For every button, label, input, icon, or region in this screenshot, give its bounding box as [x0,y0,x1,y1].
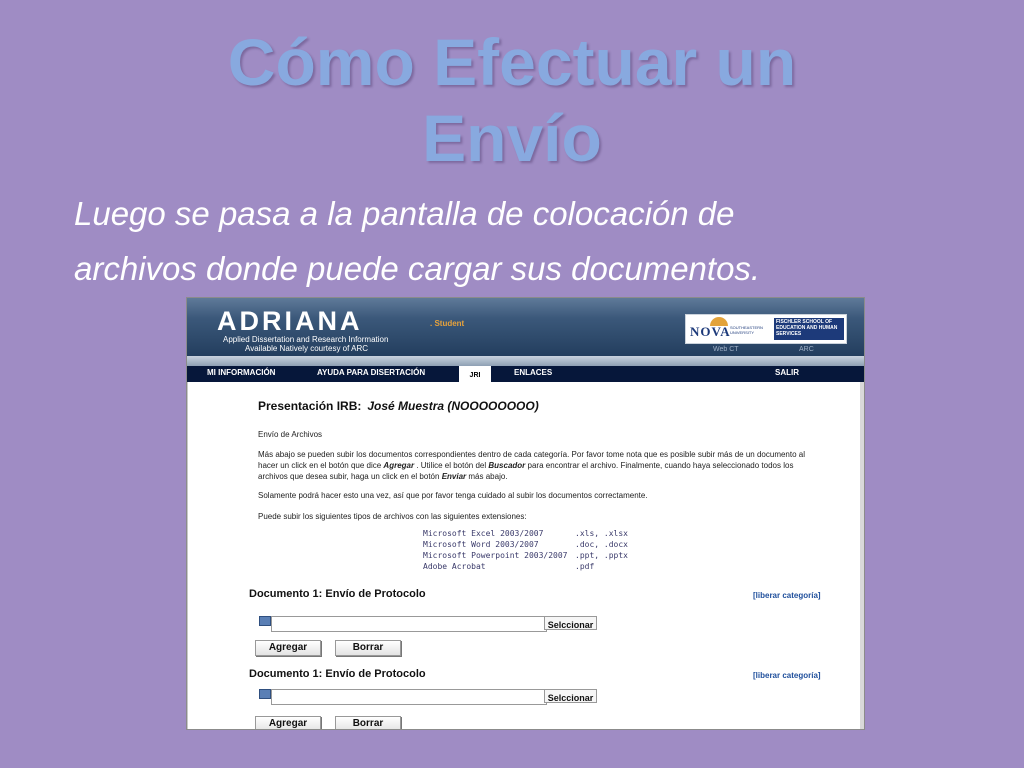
slide-subtitle-line2: archivos donde puede cargar sus document… [74,250,761,287]
slide-subtitle-line1: Luego se pasa a la pantalla de colocació… [74,195,735,232]
file-type-app: Adobe Acrobat [423,562,486,571]
document-1-add-button[interactable]: Agregar [255,640,321,656]
document-1-select-button[interactable]: Selccionar [544,616,597,630]
document-2-title: Documento 1: Envío de Protocolo [249,668,426,680]
p1-agregar: Agregar [383,461,415,470]
irb-heading: Presentación IRB: José Muestra (NOOOOOOOO… [258,399,539,413]
document-2-delete-button[interactable]: Borrar [335,716,401,729]
nav-ayuda-disertacion[interactable]: AYUDA PARA DISERTACIÓN [317,368,425,378]
instructions-paragraph: Más abajo se pueden subir los documentos… [258,449,818,482]
file-type-app: Microsoft Excel 2003/2007 [423,529,544,538]
document-2-select-button[interactable]: Selccionar [544,689,597,703]
document-1-file-input[interactable] [271,616,547,632]
document-1-delete-button[interactable]: Borrar [335,640,401,656]
main-nav: MI INFORMACIÓN AYUDA PARA DISERTACIÓN EN… [187,366,864,382]
document-2-file-input[interactable] [271,689,547,705]
banner-stripe [187,356,864,366]
nav-mi-informacion[interactable]: MI INFORMACIÓN [207,368,275,378]
warning-paragraph: Solamente podrá hacer esto una vez, así … [258,491,648,500]
site-banner: ADRIANA . Student Applied Dissertation a… [187,298,864,356]
slide-title-line1: Cómo Efectuar un [227,25,797,99]
file-type-app: Microsoft Word 2003/2007 [423,540,539,549]
nav-enlaces[interactable]: ENLACES [514,368,552,378]
document-2-liberar-link[interactable]: [liberar categoría] [753,671,821,680]
p1-buscador: Buscador [488,461,526,470]
document-1-title: Documento 1: Envío de Protocolo [249,588,426,600]
document-2-add-button[interactable]: Agregar [255,716,321,729]
p1-d: más abajo. [466,472,508,481]
nova-university-label: SOUTHEASTERN UNIVERSITY [730,325,763,335]
file-icon [259,689,271,699]
embedded-screenshot: ADRIANA . Student Applied Dissertation a… [187,298,864,729]
slide-title-line2: Envío [422,101,602,175]
file-type-app: Microsoft Powerpoint 2003/2007 [423,551,568,560]
nav-salir[interactable]: SALIR [775,368,799,378]
irb-name: José Muestra (NOOOOOOOO) [367,399,539,413]
file-type-row: Microsoft Excel 2003/2007 .xls, .xlsx [423,528,643,539]
file-type-row: Adobe Acrobat .pdf [423,561,643,572]
file-icon [259,616,271,626]
irb-label: Presentación IRB: [258,399,362,413]
document-1-liberar-link[interactable]: [liberar categoría] [753,591,821,600]
file-type-ext: .doc, .docx [575,540,628,549]
p1-enviar: Enviar [441,472,467,481]
adriana-logo: ADRIANA [217,306,363,336]
file-type-row: Microsoft Word 2003/2007 .doc, .docx [423,539,643,550]
link-webct[interactable]: Web CT [713,346,739,353]
logo-student-label: . Student [430,319,465,328]
file-type-ext: .ppt, .pptx [575,551,628,560]
file-types-intro: Puede subir los siguientes tipos de arch… [258,512,527,521]
nova-logo[interactable]: NOVA SOUTHEASTERN UNIVERSITY FISCHLER SC… [685,314,847,344]
slide-title: Cómo Efectuar un Envío [0,24,1024,176]
p1-b: . Utilice el botón del [414,461,489,470]
section-heading: Envío de Archivos [258,430,323,439]
nav-tab-jri[interactable]: JRI [459,366,491,383]
fischler-school-label: FISCHLER SCHOOL OF EDUCATION AND HUMAN S… [774,318,844,340]
file-type-ext: .xls, .xlsx [575,529,628,538]
link-arc[interactable]: ARC [799,346,814,353]
file-type-row: Microsoft Powerpoint 2003/2007 .ppt, .ppt… [423,550,643,561]
slide-subtitle: Luego se pasa a la pantalla de colocació… [74,186,974,296]
banner-line-2: Available Natively courtesy of ARC [245,344,369,353]
file-types-table: Microsoft Excel 2003/2007 .xls, .xlsx Mic… [423,528,643,572]
file-type-ext: .pdf [575,562,595,571]
nova-word: NOVA [690,324,731,339]
